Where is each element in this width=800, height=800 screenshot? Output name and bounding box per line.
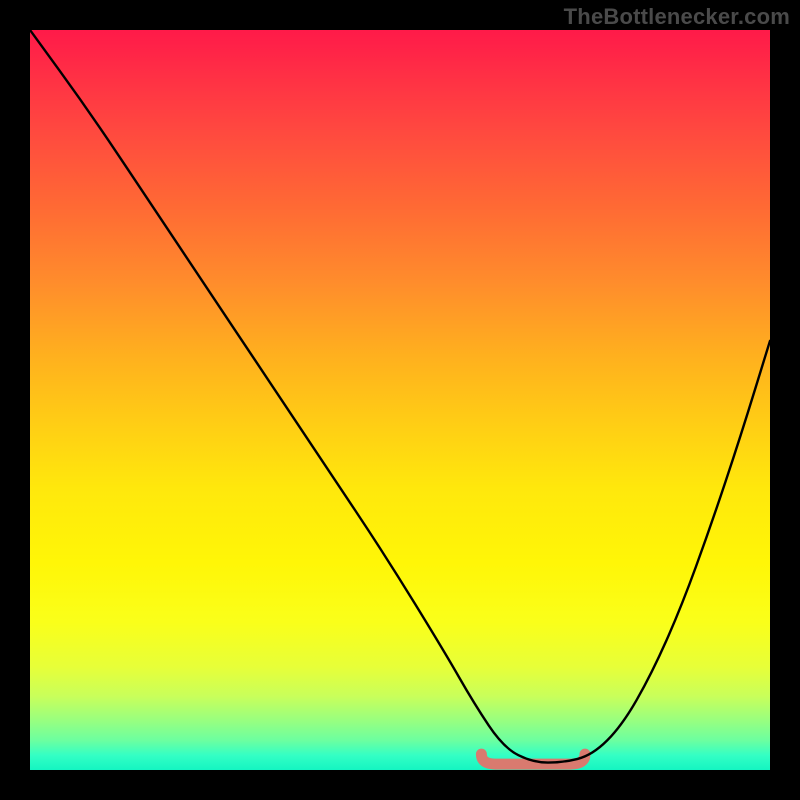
bottleneck-curve <box>30 30 770 770</box>
curve-path <box>30 30 770 763</box>
chart-frame: TheBottlenecker.com <box>0 0 800 800</box>
watermark-text: TheBottlenecker.com <box>564 4 790 30</box>
